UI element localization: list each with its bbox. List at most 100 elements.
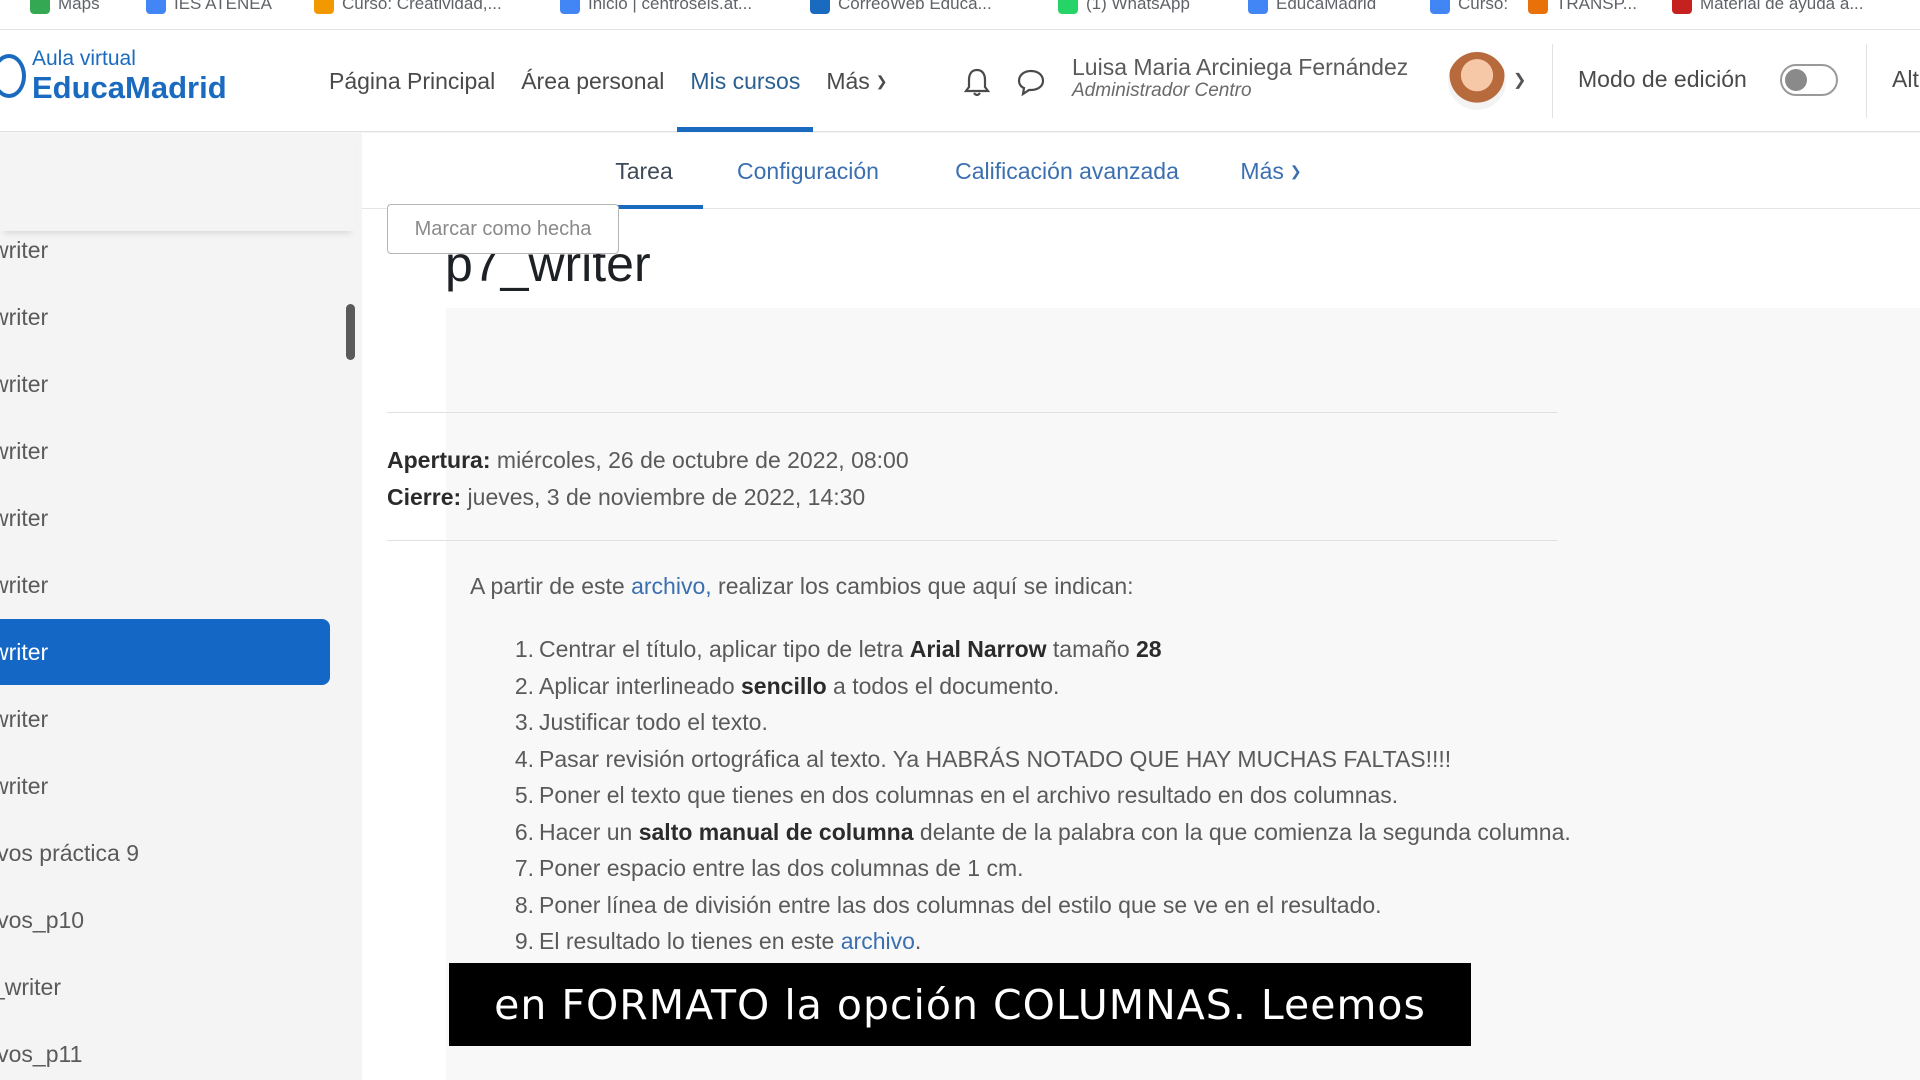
sidebar-item[interactable]: ivos práctica 9	[0, 820, 330, 886]
bookmark-item[interactable]: Inicio | centroseis.at...	[560, 0, 752, 14]
sidebar-item[interactable]: writer	[0, 753, 330, 819]
sidebar-item-label: writer	[0, 571, 49, 598]
divider	[387, 412, 1558, 413]
user-menu[interactable]: Luisa Maria Arciniega Fernández Administ…	[1072, 54, 1408, 102]
instruction-text: Poner el texto que tienes en dos columna…	[539, 782, 1399, 808]
instruction-item: 3. Justificar todo el texto.	[506, 709, 1571, 746]
nav-area-personal[interactable]: Área personal	[508, 30, 677, 132]
navbar-divider	[1866, 44, 1867, 118]
nav-mas-dropdown[interactable]: Más ❯	[813, 30, 900, 132]
edit-mode-toggle[interactable]	[1780, 64, 1838, 96]
instruction-text: sencillo	[741, 672, 827, 699]
sidebar-item[interactable]: ivos_p10	[0, 887, 330, 953]
sidebar-item-label: writer	[0, 370, 49, 397]
instruction-item: 4. Pasar revisión ortográfica al texto. Y…	[506, 746, 1571, 783]
bookmark-item[interactable]: Material de ayuda a...	[1672, 0, 1863, 14]
instruction-text: Justificar todo el texto.	[539, 709, 768, 735]
chat-bubble-icon	[1017, 69, 1045, 96]
nav-pagina-principal[interactable]: Página Principal	[316, 30, 508, 132]
bookmark-label: Maps	[58, 0, 100, 13]
assignment-intro: A partir de este archivo, realizar los c…	[470, 573, 1134, 600]
nav-mas-label: Más	[826, 67, 870, 94]
instruction-item: 1. Centrar el título, aplicar tipo de let…	[506, 636, 1571, 673]
nav-area-personal-label: Área personal	[521, 67, 665, 94]
sidebar-item[interactable]: writer	[0, 619, 330, 685]
bookmark-label: (1) WhatsApp	[1086, 0, 1190, 13]
sidebar-item-label: writer	[0, 705, 49, 732]
bookmark-icon	[314, 0, 334, 14]
instruction-text: Centrar el título, aplicar tipo de letra	[539, 636, 910, 662]
instruction-number: 3.	[514, 709, 534, 735]
sidebar-item[interactable]: writer	[0, 284, 330, 350]
header-extra-text[interactable]: Alt	[1892, 66, 1919, 93]
sidebar-item-label: writer	[0, 303, 49, 330]
bookmark-item[interactable]: Curso:	[1430, 0, 1508, 14]
instruction-number: 7.	[514, 855, 534, 881]
sidebar-scrollbar[interactable]	[346, 304, 355, 360]
instruction-number: 2.	[514, 672, 534, 699]
bookmark-item[interactable]: TRANSP...	[1528, 0, 1637, 14]
instruction-text: 28	[1136, 636, 1162, 662]
sidebar-item-label: ivos práctica 9	[0, 839, 140, 866]
nav-pagina-principal-label: Página Principal	[329, 67, 496, 94]
file-link[interactable]: archivo	[841, 928, 915, 954]
nav-mis-cursos-label: Mis cursos	[690, 67, 801, 94]
instruction-text: El resultado lo tienes en este	[539, 928, 841, 954]
tab-mas-dropdown[interactable]: Más ❯	[1230, 133, 1312, 209]
mark-as-done-button[interactable]: Marcar como hecha	[387, 204, 619, 254]
sidebar-item[interactable]: writer	[0, 485, 330, 551]
sidebar-item-label: writer	[0, 772, 49, 799]
sidebar-item[interactable]: writer	[0, 418, 330, 484]
instruction-text: Aplicar interlineado	[539, 672, 742, 699]
instruction-text: Pasar revisión ortográfica al texto. Ya …	[539, 745, 1452, 772]
bookmark-icon	[1528, 0, 1548, 14]
tab-calificacion-avanzada-label: Calificación avanzada	[955, 157, 1179, 184]
educamadrid-logo[interactable]: Aula virtual EducaMadrid	[0, 48, 227, 103]
opening-date: Apertura: miércoles, 26 de octubre de 20…	[387, 447, 909, 474]
instruction-text: tamaño	[1046, 636, 1137, 662]
bookmark-item[interactable]: (1) WhatsApp	[1058, 0, 1190, 14]
bookmark-item[interactable]: Maps	[30, 0, 100, 14]
instruction-text: Arial Narrow	[909, 636, 1047, 662]
bookmark-label: EducaMadrid	[1276, 0, 1377, 13]
sidebar-item[interactable]: writer	[0, 686, 330, 752]
bookmark-icon	[1672, 0, 1692, 14]
instruction-text: .	[914, 928, 922, 954]
tab-configuracion[interactable]: Configuración	[728, 133, 888, 209]
tab-tarea[interactable]: Tarea	[585, 133, 703, 209]
tab-configuracion-label: Configuración	[737, 157, 879, 184]
chevron-down-icon: ❯	[1289, 162, 1302, 179]
chevron-down-icon[interactable]: ❯	[1513, 70, 1526, 90]
instruction-number: 1.	[514, 636, 534, 662]
instruction-number: 5.	[514, 782, 534, 808]
sidebar-item-label: _writer	[0, 973, 62, 1000]
instruction-item: 5. Poner el texto que tienes en dos colum…	[506, 782, 1571, 819]
bookmark-icon	[1058, 0, 1078, 14]
bookmark-label: Curso:	[1458, 0, 1509, 13]
course-index-sidebar: writer writer writer writer writer writer writ…	[0, 133, 362, 1080]
tab-mas-label: Más	[1240, 157, 1284, 184]
bookmark-item[interactable]: Curso: Creatividad,...	[314, 0, 502, 14]
file-link[interactable]: archivo,	[631, 573, 712, 599]
avatar[interactable]	[1448, 52, 1506, 110]
tab-tarea-label: Tarea	[615, 157, 673, 184]
video-subtitle: en FORMATO la opción COLUMNAS. Leemos	[449, 963, 1471, 1046]
bookmark-item[interactable]: CorreoWeb Educa...	[810, 0, 992, 14]
bookmark-icon	[1430, 0, 1450, 14]
instruction-number: 8.	[514, 891, 534, 918]
tab-calificacion-avanzada[interactable]: Calificación avanzada	[937, 133, 1197, 209]
bookmark-item[interactable]: IES ATENEA	[146, 0, 272, 14]
notifications-button[interactable]	[960, 65, 994, 99]
nav-mis-cursos[interactable]: Mis cursos	[677, 30, 814, 132]
bookmark-icon	[30, 0, 50, 14]
bookmark-item[interactable]: EducaMadrid	[1248, 0, 1376, 14]
sidebar-item[interactable]: writer	[0, 552, 330, 618]
bell-icon	[963, 68, 991, 97]
instruction-number: 6.	[514, 818, 534, 845]
bookmark-label: CorreoWeb Educa...	[838, 0, 992, 13]
sidebar-item[interactable]: writer	[0, 351, 330, 417]
instruction-number: 9.	[514, 928, 534, 954]
sidebar-item[interactable]: ivos_p11	[0, 1021, 330, 1080]
sidebar-item[interactable]: _writer	[0, 954, 330, 1020]
messages-button[interactable]	[1014, 65, 1048, 99]
